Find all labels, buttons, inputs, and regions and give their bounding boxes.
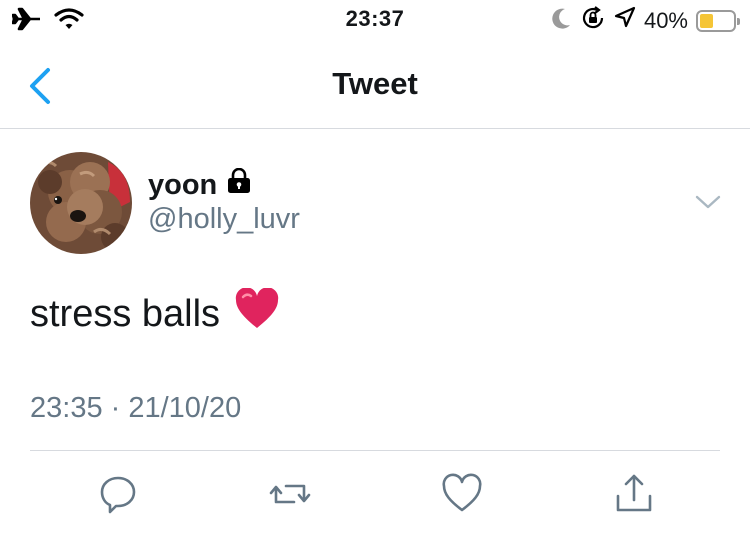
battery-percent: 40%: [643, 7, 688, 33]
avatar[interactable]: [30, 152, 132, 254]
like-icon: [442, 473, 482, 512]
tweet-timestamp: 23:35 · 21/10/20: [30, 392, 242, 424]
orientation-lock-icon: [580, 5, 606, 36]
status-bar: 23:37 40%: [0, 0, 750, 44]
reply-icon: [100, 476, 136, 514]
battery-fill: [700, 13, 713, 28]
share-icon: [616, 474, 652, 512]
like-button[interactable]: [440, 472, 484, 516]
reply-button[interactable]: [96, 472, 140, 516]
share-button[interactable]: [612, 472, 656, 516]
divider: [30, 450, 720, 451]
battery-nub: [737, 17, 740, 25]
lock-icon: [227, 167, 251, 202]
tweet-text-content: stress balls: [30, 292, 221, 335]
moon-icon: [550, 6, 572, 35]
display-name-text: yoon: [148, 168, 218, 201]
tweet-detail-screen: 23:37 40% Tweet yoon @holly_luvr stress …: [0, 0, 750, 534]
heart-emoji: [234, 287, 280, 340]
nav-bar: Tweet: [0, 44, 750, 129]
retweet-icon: [269, 484, 311, 504]
avatar-image: [30, 152, 132, 254]
page-title: Tweet: [332, 66, 418, 101]
tweet-text: stress balls: [30, 287, 280, 340]
status-bar-right: 40%: [550, 5, 740, 36]
display-name[interactable]: yoon: [148, 167, 251, 202]
user-handle[interactable]: @holly_luvr: [148, 203, 300, 236]
retweet-button[interactable]: [268, 472, 312, 516]
battery-icon: [696, 9, 740, 32]
location-icon: [614, 6, 636, 35]
chevron-down-icon[interactable]: [694, 192, 722, 212]
